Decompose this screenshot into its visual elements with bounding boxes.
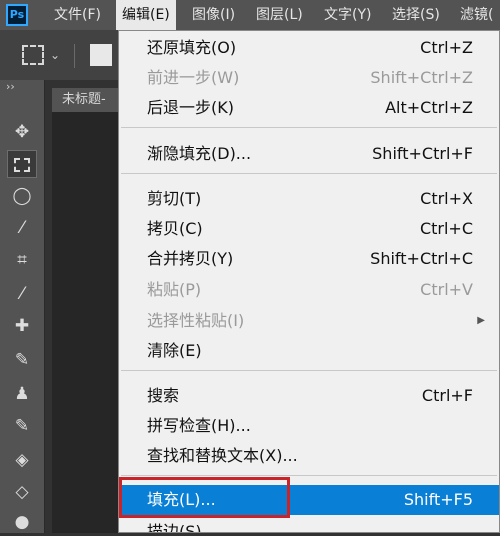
menu-item-spell-check[interactable]: 拼写检查(H)... <box>119 411 499 441</box>
collapse-icon[interactable]: ›› <box>6 80 15 93</box>
menu-item-clear[interactable]: 清除(E) <box>119 336 499 366</box>
eyedropper-icon[interactable]: ⁄ <box>7 280 37 308</box>
menu-separator <box>121 475 497 476</box>
magic-wand-icon[interactable]: ⁄ <box>7 214 37 242</box>
canvas-area <box>52 112 122 533</box>
eraser-icon[interactable]: ◈ <box>7 446 37 474</box>
stamp-icon[interactable]: ♟ <box>7 380 37 408</box>
move-icon[interactable]: ✥ <box>7 118 37 146</box>
menu-item-copy-merged[interactable]: 合并拷贝(Y) Shift+Ctrl+C <box>119 244 499 274</box>
menu-item-copy[interactable]: 拷贝(C) Ctrl+C <box>119 214 499 244</box>
new-selection-button[interactable] <box>90 44 112 66</box>
healing-icon[interactable]: ✚ <box>7 312 37 340</box>
marquee-icon[interactable] <box>7 150 37 178</box>
marquee-preset-icon[interactable] <box>22 45 44 65</box>
menu-item-step-backward[interactable]: 后退一步(K) Alt+Ctrl+Z <box>119 93 499 123</box>
menu-item-undo-fill[interactable]: 还原填充(O) Ctrl+Z <box>119 33 499 63</box>
annotation-highlight-box <box>119 477 290 518</box>
lasso-icon[interactable]: ◯ <box>7 182 37 210</box>
menu-layer[interactable]: 图层(L) <box>250 0 309 30</box>
menu-separator <box>121 370 497 371</box>
crop-icon[interactable]: ⌗ <box>7 246 37 274</box>
menu-item-fade-fill[interactable]: 渐隐填充(D)... Shift+Ctrl+F <box>119 139 499 169</box>
menu-bar: Ps 文件(F) 编辑(E) 图像(I) 图层(L) 文字(Y) 选择(S) 滤… <box>0 0 500 30</box>
options-divider <box>74 44 75 68</box>
menu-separator <box>121 173 497 174</box>
menu-item-search[interactable]: 搜索 Ctrl+F <box>119 381 499 411</box>
menu-select[interactable]: 选择(S) <box>386 0 446 30</box>
menu-item-cut[interactable]: 剪切(T) Ctrl+X <box>119 184 499 214</box>
menu-item-find-replace[interactable]: 查找和替换文本(X)... <box>119 441 499 471</box>
menu-edit[interactable]: 编辑(E) <box>116 0 176 30</box>
document-tab[interactable]: 未标题- <box>52 88 122 112</box>
menu-item-step-forward: 前进一步(W) Shift+Ctrl+Z <box>147 68 473 87</box>
menu-image[interactable]: 图像(I) <box>186 0 241 30</box>
paint-bucket-icon[interactable]: ◇ <box>7 478 37 506</box>
photoshop-logo: Ps <box>6 4 28 26</box>
history-brush-icon[interactable]: ✎ <box>7 412 37 440</box>
chevron-down-icon[interactable]: ⌄ <box>50 48 60 62</box>
menu-type[interactable]: 文字(Y) <box>318 0 377 30</box>
menu-item-stroke[interactable]: 描边(S)... <box>119 517 499 532</box>
menu-item-paste: 粘贴(P) Ctrl+V <box>147 280 473 299</box>
edit-menu-dropdown: 还原填充(O) Ctrl+Z 前进一步(W) Shift+Ctrl+Z 后退一步(K… <box>118 30 500 533</box>
submenu-arrow-icon: ▶ <box>477 315 485 326</box>
menu-item-paste-special: 选择性粘贴(I) ▶ <box>119 306 499 336</box>
menu-file[interactable]: 文件(F) <box>48 0 107 30</box>
menu-filter[interactable]: 滤镜( <box>454 0 499 30</box>
menu-separator <box>121 127 497 128</box>
blur-icon[interactable]: ● <box>7 508 37 536</box>
brush-icon[interactable]: ✎ <box>7 346 37 374</box>
